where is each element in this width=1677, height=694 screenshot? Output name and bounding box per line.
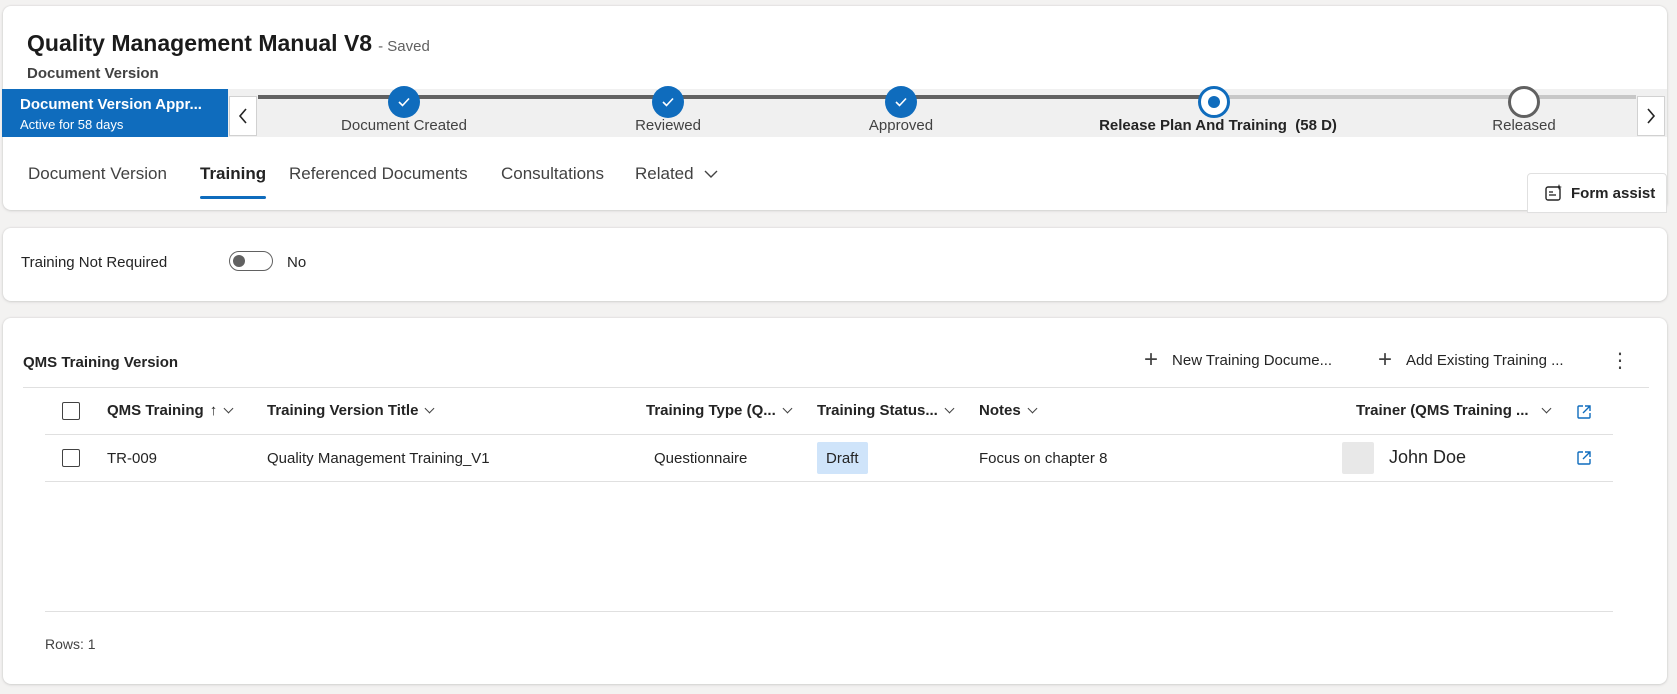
tab-related[interactable]: Related bbox=[635, 164, 718, 194]
tab-referenced-documents[interactable]: Referenced Documents bbox=[289, 164, 468, 194]
training-not-required-value: No bbox=[287, 254, 307, 271]
tab-selected-indicator bbox=[200, 196, 266, 199]
chevron-right-icon bbox=[1647, 108, 1656, 124]
stage-label[interactable]: Approved bbox=[869, 117, 933, 134]
subgrid-title: QMS Training Version bbox=[23, 354, 179, 371]
bpf-active-stage-duration: Active for 58 days bbox=[20, 117, 124, 132]
row-checkbox[interactable] bbox=[62, 449, 80, 467]
entity-name: Document Version bbox=[27, 65, 159, 82]
column-header-label: QMS Training bbox=[107, 402, 204, 419]
column-header-training-type[interactable]: Training Type (Q... bbox=[646, 402, 793, 419]
checkmark-icon bbox=[662, 97, 674, 107]
divider bbox=[23, 387, 1649, 388]
toggle-knob bbox=[233, 255, 245, 267]
new-training-document-button[interactable]: + New Training Docume... bbox=[1144, 346, 1333, 373]
stage-released-dot[interactable] bbox=[1508, 86, 1540, 118]
form-assist-button[interactable]: Form assist bbox=[1527, 173, 1667, 213]
form-assist-icon bbox=[1545, 184, 1562, 201]
stage-label[interactable]: Document Created bbox=[341, 117, 467, 134]
add-icon: + bbox=[1144, 346, 1159, 373]
checkmark-icon bbox=[895, 97, 907, 107]
rows-count: Rows: 1 bbox=[45, 636, 96, 652]
cell-training-version-title[interactable]: Quality Management Training_V1 bbox=[267, 450, 490, 467]
chevron-down-icon bbox=[782, 403, 793, 413]
stage-document-created-dot[interactable] bbox=[388, 86, 420, 118]
select-all-checkbox[interactable] bbox=[62, 402, 80, 420]
column-header-label: Trainer (QMS Training ... bbox=[1356, 402, 1529, 419]
bpf-remaining-line bbox=[1214, 95, 1636, 99]
column-header-trainer[interactable]: Trainer (QMS Training ... bbox=[1356, 402, 1551, 419]
cell-trainer[interactable]: John Doe bbox=[1389, 447, 1466, 468]
row-divider bbox=[45, 481, 1613, 482]
add-icon: + bbox=[1378, 346, 1393, 373]
new-training-document-label: New Training Docume... bbox=[1172, 351, 1333, 369]
status-badge: Draft bbox=[817, 442, 868, 474]
stage-approved-dot[interactable] bbox=[885, 86, 917, 118]
chevron-down-icon bbox=[223, 403, 234, 413]
chevron-down-icon bbox=[424, 403, 435, 413]
cell-qms-training[interactable]: TR-009 bbox=[107, 450, 157, 467]
tab-training[interactable]: Training bbox=[200, 164, 266, 194]
bpf-previous-button[interactable] bbox=[229, 96, 257, 136]
chevron-down-icon bbox=[1541, 403, 1551, 413]
column-header-training-version-title[interactable]: Training Version Title bbox=[267, 402, 435, 419]
add-existing-training-label: Add Existing Training ... bbox=[1406, 351, 1564, 369]
chevron-down-icon bbox=[1027, 403, 1038, 413]
column-header-label: Training Type (Q... bbox=[646, 402, 776, 419]
column-header-label: Training Status... bbox=[817, 402, 938, 419]
stage-reviewed-dot[interactable] bbox=[652, 86, 684, 118]
stage-release-plan-dot[interactable] bbox=[1198, 86, 1230, 118]
chevron-down-icon bbox=[704, 170, 718, 178]
column-header-training-status[interactable]: Training Status... bbox=[817, 402, 955, 419]
column-header-label: Training Version Title bbox=[267, 402, 419, 419]
tab-related-label: Related bbox=[635, 164, 694, 183]
header-row-divider bbox=[45, 434, 1613, 435]
stage-label[interactable]: Reviewed bbox=[635, 117, 701, 134]
tab-document-version[interactable]: Document Version bbox=[28, 164, 167, 194]
chevron-left-icon bbox=[238, 108, 247, 124]
record-title: Quality Management Manual V8 bbox=[27, 30, 373, 56]
cell-notes: Focus on chapter 8 bbox=[979, 450, 1108, 467]
checkmark-icon bbox=[398, 97, 410, 107]
current-stage-indicator bbox=[1208, 96, 1220, 108]
bpf-active-stage-name: Document Version Appr... bbox=[20, 96, 202, 113]
training-not-required-toggle[interactable] bbox=[229, 251, 273, 271]
add-existing-training-button[interactable]: + Add Existing Training ... bbox=[1378, 346, 1564, 373]
qms-training-version-subgrid: QMS Training Version + New Training Docu… bbox=[3, 318, 1667, 684]
chevron-down-icon bbox=[944, 403, 955, 413]
more-commands-icon[interactable]: ⋮ bbox=[1610, 348, 1630, 373]
tab-consultations[interactable]: Consultations bbox=[501, 164, 604, 194]
column-header-notes[interactable]: Notes bbox=[979, 402, 1038, 419]
training-not-required-label: Training Not Required bbox=[21, 254, 168, 271]
form-assist-label: Form assist bbox=[1571, 184, 1656, 202]
cell-training-type: Questionnaire bbox=[654, 450, 748, 467]
open-record-icon[interactable] bbox=[1576, 450, 1592, 466]
bpf-active-stage[interactable]: Document Version Appr... Active for 58 d… bbox=[2, 89, 228, 137]
open-in-new-window-icon[interactable] bbox=[1576, 404, 1592, 420]
column-header-label: Notes bbox=[979, 402, 1021, 419]
sort-ascending-icon: ↑ bbox=[209, 402, 218, 419]
bpf-next-button[interactable] bbox=[1637, 96, 1665, 136]
stage-label-current[interactable]: Release Plan And Training (58 D) bbox=[1099, 117, 1337, 134]
column-header-qms-training[interactable]: QMS Training ↑ bbox=[107, 402, 234, 419]
page-title: Quality Management Manual V8 - Saved bbox=[27, 30, 430, 57]
avatar bbox=[1342, 442, 1374, 474]
footer-divider bbox=[45, 611, 1613, 612]
save-status: - Saved bbox=[378, 38, 430, 55]
stage-label[interactable]: Released bbox=[1492, 117, 1555, 134]
